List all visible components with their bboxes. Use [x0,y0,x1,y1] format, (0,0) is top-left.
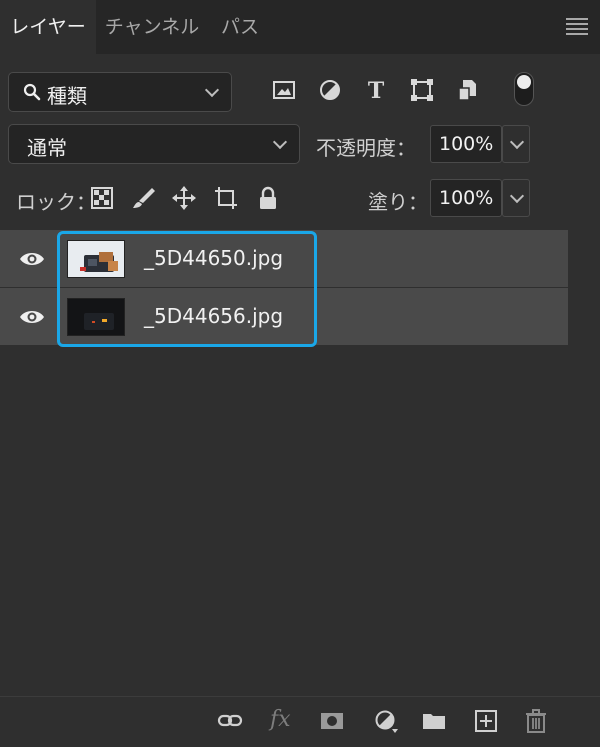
fill-label: 塗り： [368,190,428,214]
delete-layer-icon[interactable] [522,707,550,735]
chevron-down-icon [509,134,525,150]
fill-input[interactable]: 100% [430,179,502,217]
filter-kind-label: 種類 [47,84,87,108]
toggle-knob [517,75,531,89]
opacity-label: 不透明度： [316,136,416,160]
filter-toggle-switch[interactable] [514,72,534,106]
adjustment-filter-icon[interactable] [316,76,344,104]
add-mask-icon[interactable] [318,707,346,735]
chevron-down-icon [204,82,220,98]
tab-layers[interactable]: レイヤー [0,0,96,54]
lock-label: ロック： [16,190,96,214]
lock-position-icon[interactable] [170,184,198,212]
opacity-input[interactable]: 100% [430,125,502,163]
svg-text:T: T [368,78,385,104]
filter-kind-select[interactable]: 種類 [8,72,232,112]
blend-mode-label: 通常 [27,136,67,160]
smart-object-filter-icon[interactable] [454,76,482,104]
eye-icon[interactable] [18,306,46,328]
new-group-icon[interactable] [420,707,448,735]
image-filter-icon[interactable] [270,76,298,104]
panel-tab-bar: レイヤー チャンネル パス [0,0,600,54]
search-icon [23,83,41,101]
eye-icon[interactable] [18,248,46,270]
panel-menu-icon[interactable] [566,18,588,36]
tab-paths[interactable]: パス [208,0,272,54]
layers-bottom-toolbar: fx [0,696,600,747]
blend-mode-select[interactable]: 通常 [8,124,300,164]
lock-transparent-pixels-icon[interactable] [88,184,116,212]
lock-all-icon[interactable] [254,184,282,212]
chevron-down-icon [509,188,525,204]
link-layers-icon[interactable] [216,707,244,735]
type-filter-icon[interactable]: T [362,76,390,104]
tab-channels[interactable]: チャンネル [96,0,208,54]
fx-icon[interactable]: fx [270,707,291,732]
fill-dropdown-button[interactable] [502,179,530,217]
shape-filter-icon[interactable] [408,76,436,104]
opacity-dropdown-button[interactable] [502,125,530,163]
lock-image-pixels-icon[interactable] [130,184,158,212]
new-layer-icon[interactable] [472,707,500,735]
selection-highlight [57,231,317,347]
new-adjustment-layer-icon[interactable] [372,707,400,735]
lock-artboard-icon[interactable] [212,184,240,212]
layers-panel: レイヤー チャンネル パス 種類 T 通常 不透明度： 100% ロック： 塗り… [0,0,600,746]
chevron-down-icon [272,134,288,150]
